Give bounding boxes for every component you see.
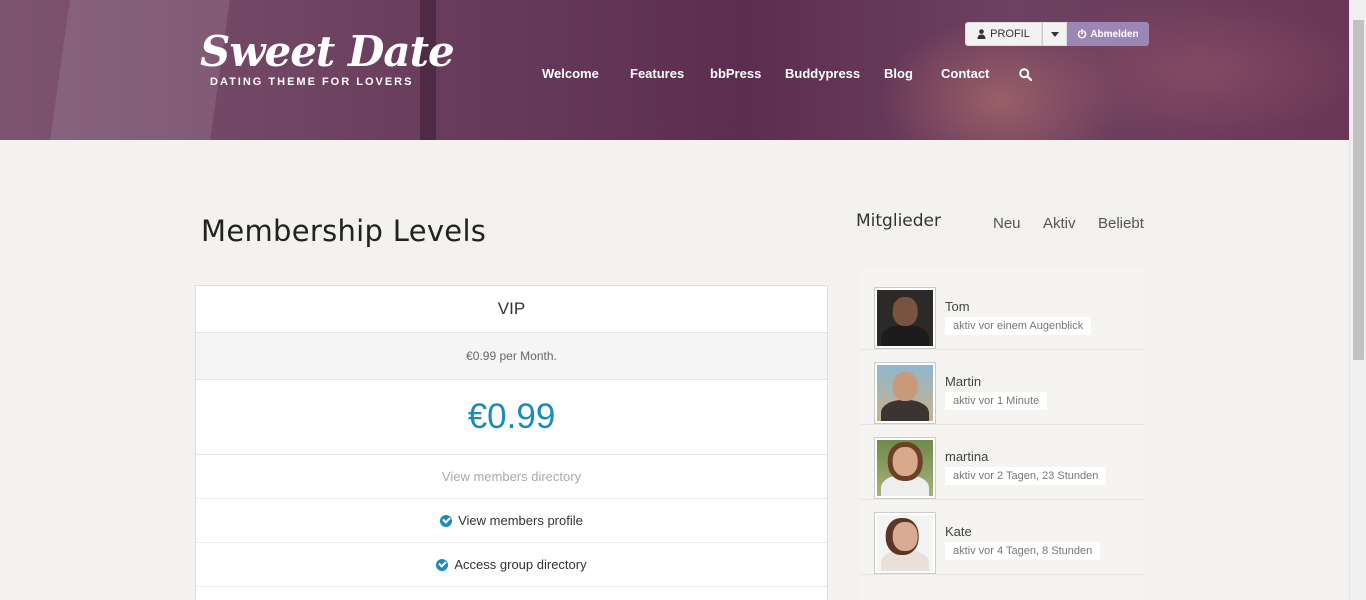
member-name[interactable]: Tom <box>945 299 970 314</box>
nav-item-features[interactable]: Features <box>630 66 684 81</box>
nav-item-welcome[interactable]: Welcome <box>542 66 599 81</box>
nav-item-buddypress[interactable]: Buddypress <box>785 66 860 81</box>
level-name: VIP <box>196 286 827 333</box>
profile-button[interactable]: PROFIL <box>965 22 1042 46</box>
tab-neu[interactable]: Neu <box>993 215 1021 232</box>
page-title: Membership Levels <box>201 214 487 248</box>
site-logo[interactable]: Sweet Date DATING THEME FOR LOVERS <box>200 26 455 88</box>
search-icon[interactable] <box>1019 68 1032 81</box>
profile-dropdown-toggle[interactable] <box>1042 22 1067 46</box>
nav-item-contact[interactable]: Contact <box>941 66 989 81</box>
member-name[interactable]: martina <box>945 449 988 464</box>
member-item: martina aktiv vor 2 Tagen, 23 Stunden <box>860 425 1145 500</box>
user-menu: PROFIL Abmelden <box>965 22 1149 46</box>
membership-level-card: VIP €0.99 per Month. €0.99 View members … <box>195 285 828 600</box>
logout-button-label: Abmelden <box>1090 28 1139 40</box>
power-icon <box>1078 29 1087 39</box>
feature-label: View members directory <box>441 469 582 484</box>
logout-button[interactable]: Abmelden <box>1067 22 1149 46</box>
page-scrollbar[interactable] <box>1349 0 1366 600</box>
member-name[interactable]: Martin <box>945 374 981 389</box>
member-status: aktiv vor 2 Tagen, 23 Stunden <box>945 467 1107 485</box>
member-avatar[interactable] <box>874 287 936 349</box>
nav-item-blog[interactable]: Blog <box>884 66 913 81</box>
member-status: aktiv vor einem Augenblick <box>945 317 1092 335</box>
user-icon <box>977 29 986 39</box>
level-feature-row: View members directory <box>196 455 827 499</box>
site-header: Sweet Date DATING THEME FOR LOVERS Welco… <box>0 0 1349 140</box>
check-circle-icon <box>436 558 449 571</box>
tab-beliebt[interactable]: Beliebt <box>1098 215 1144 232</box>
level-price: €0.99 <box>196 380 827 455</box>
level-feature-row: View members profile <box>196 499 827 543</box>
member-avatar[interactable] <box>874 512 936 574</box>
tab-aktiv[interactable]: Aktiv <box>1043 215 1076 232</box>
scrollbar-thumb[interactable] <box>1353 20 1364 360</box>
header-background-glow-right <box>1040 0 1349 140</box>
level-description: €0.99 per Month. <box>196 333 827 380</box>
caret-down-icon <box>1050 31 1059 37</box>
member-item: Tom aktiv vor einem Augenblick <box>860 275 1145 350</box>
members-list: Tom aktiv vor einem Augenblick Martin ak… <box>860 268 1145 600</box>
logo-title: Sweet Date <box>200 27 455 76</box>
member-name[interactable]: Kate <box>945 524 972 539</box>
member-item: Martin aktiv vor 1 Minute <box>860 350 1145 425</box>
member-avatar[interactable] <box>874 362 936 424</box>
member-status: aktiv vor 4 Tagen, 8 Stunden <box>945 542 1101 560</box>
member-status: aktiv vor 1 Minute <box>945 392 1048 410</box>
profile-button-label: PROFIL <box>990 28 1030 40</box>
feature-label: View members profile <box>458 513 583 528</box>
member-avatar[interactable] <box>874 437 936 499</box>
nav-item-bbpress[interactable]: bbPress <box>710 66 761 81</box>
members-widget-title: Mitglieder <box>856 211 941 231</box>
feature-label: Access group directory <box>454 557 587 572</box>
member-item: Kate aktiv vor 4 Tagen, 8 Stunden <box>860 500 1145 575</box>
check-circle-icon <box>440 514 453 527</box>
level-feature-row: Access group directory <box>196 543 827 587</box>
